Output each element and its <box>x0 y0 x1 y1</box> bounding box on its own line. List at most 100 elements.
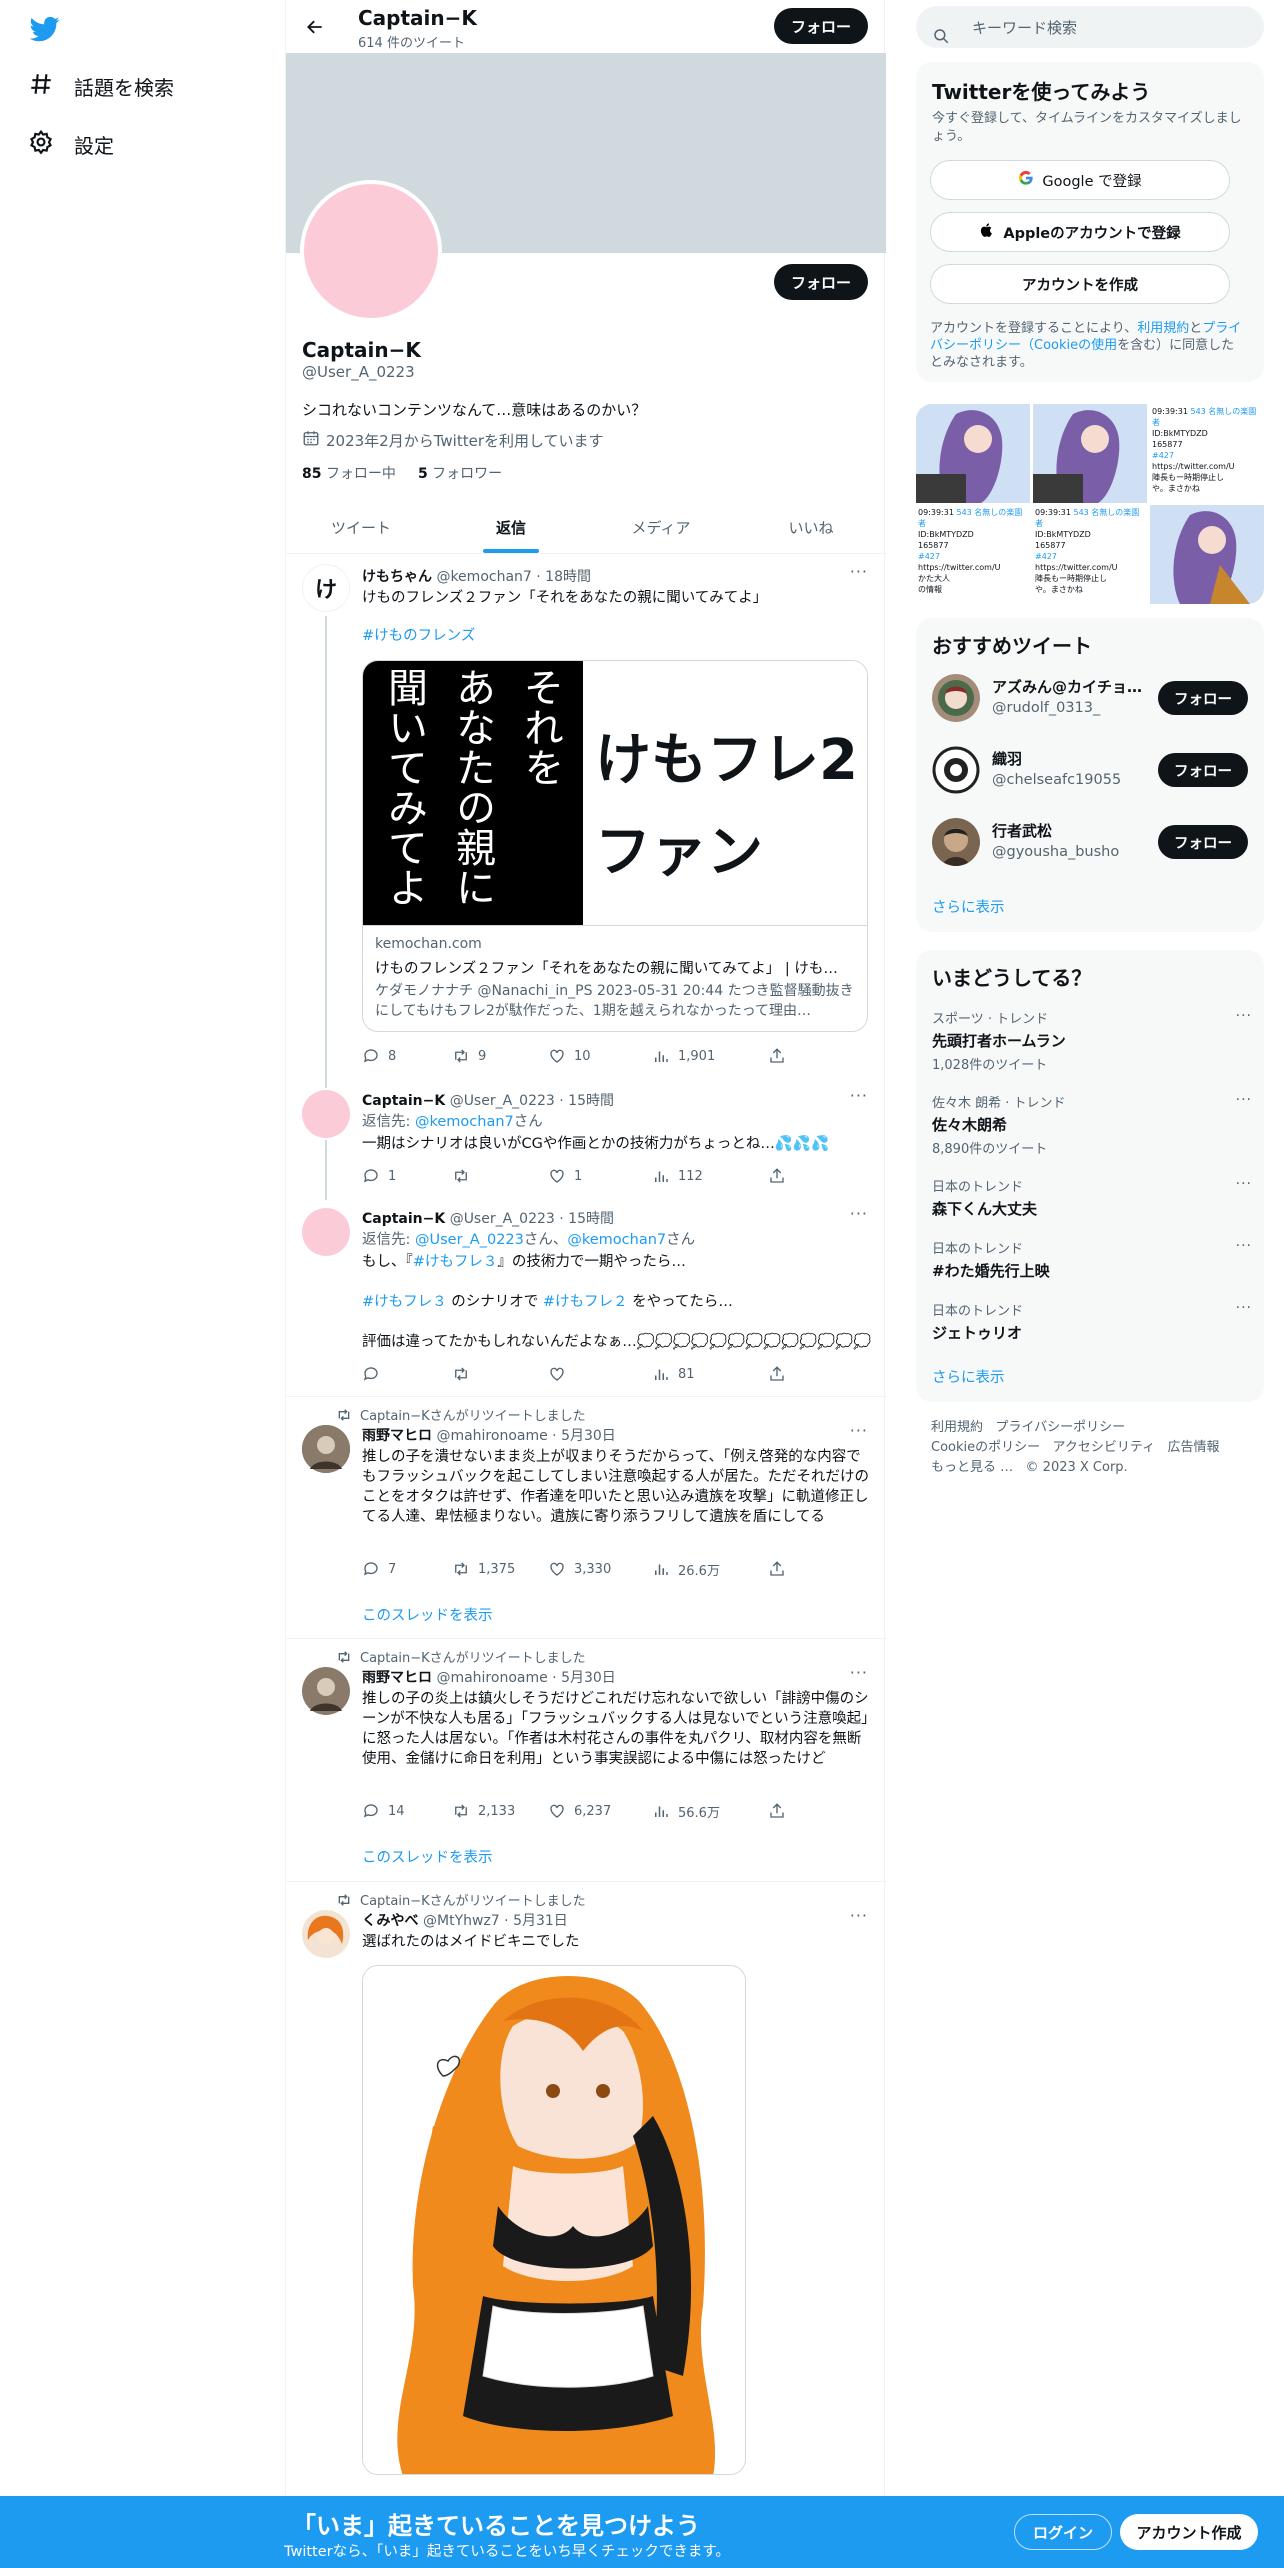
apple-signup-button[interactable]: Appleのアカウントで登録 <box>930 212 1230 252</box>
signup-button[interactable]: アカウント作成 <box>1120 2514 1258 2550</box>
link-card[interactable]: それを あなたの親に 聞いてみてよ けもフレ2 ファン kemochan.com… <box>362 660 868 1032</box>
hashtag-link[interactable]: #けもフレ２ <box>543 1294 628 1310</box>
media-thumb[interactable] <box>916 404 1030 503</box>
avatar[interactable] <box>302 1208 350 1256</box>
suggested-user[interactable]: 織羽 @chelseafc19055 フォロー <box>932 742 1252 802</box>
back-arrow-icon[interactable] <box>300 12 330 42</box>
more-icon[interactable]: ··· <box>850 1086 868 1105</box>
follow-button[interactable]: フォロー <box>1158 681 1248 715</box>
show-thread-link[interactable]: このスレッドを表示 <box>362 1604 493 1625</box>
follow-button[interactable]: フォロー <box>1158 825 1248 859</box>
terms-link[interactable]: 利用規約 <box>1137 321 1189 336</box>
tweet-retweet-1[interactable]: Captain−Kさんがリツイートしました 雨野マヒロ @mahironoame… <box>286 1397 886 1638</box>
more-icon[interactable]: ··· <box>850 1663 868 1682</box>
trend-item[interactable]: 日本のトレンド 森下くん大丈夫 ··· <box>932 1176 1252 1219</box>
avatar[interactable] <box>302 1425 350 1473</box>
suggested-user[interactable]: アズみん@カイチョ… @rudolf_0313_ フォロー <box>932 670 1252 730</box>
reply-button[interactable]: 14 <box>362 1801 405 1821</box>
avatar[interactable] <box>932 746 980 794</box>
more-icon[interactable]: ··· <box>850 1906 868 1925</box>
trend-item[interactable]: 日本のトレンド #わた婚先行上映 ··· <box>932 1238 1252 1281</box>
avatar[interactable] <box>932 818 980 866</box>
reply-button[interactable]: 1 <box>362 1166 396 1186</box>
header-follow-button[interactable]: フォロー <box>774 8 868 44</box>
media-thumb[interactable]: 09:39:31 543 名無しの楽園者 ID:BkMTYDZD 165877 … <box>916 505 1030 604</box>
tweet-retweet-2[interactable]: Captain−Kさんがリツイートしました 雨野マヒロ @mahironoame… <box>286 1639 886 1881</box>
suggestions-more-link[interactable]: さらに表示 <box>932 896 1005 917</box>
footer-cookie[interactable]: Cookieのポリシー <box>931 1440 1040 1455</box>
suggested-user[interactable]: 行者武松 @gyousha_busho フォロー <box>932 814 1252 874</box>
more-icon[interactable]: ··· <box>1236 1238 1252 1254</box>
share-icon[interactable] <box>768 1364 786 1384</box>
tweet-media-image[interactable] <box>362 1965 746 2475</box>
footer-more[interactable]: もっと見る … <box>931 1460 1013 1475</box>
google-signup-button[interactable]: Google で登録 <box>930 160 1230 200</box>
more-icon[interactable]: ··· <box>1236 1176 1252 1192</box>
footer-terms[interactable]: 利用規約 <box>931 1420 983 1435</box>
avatar[interactable] <box>302 1667 350 1715</box>
create-account-button[interactable]: アカウントを作成 <box>930 264 1230 304</box>
reply-button[interactable] <box>362 1364 388 1384</box>
like-button[interactable]: 1 <box>548 1166 582 1186</box>
retweet-button[interactable] <box>452 1364 478 1384</box>
following-link[interactable]: 85 フォロー中 <box>302 463 396 483</box>
share-icon[interactable] <box>768 1559 786 1579</box>
like-button[interactable]: 3,330 <box>548 1559 611 1579</box>
media-thumb[interactable] <box>1150 505 1264 604</box>
like-button[interactable]: 6,237 <box>548 1801 611 1821</box>
retweet-button[interactable]: 1,375 <box>452 1559 515 1579</box>
login-button[interactable]: ログイン <box>1014 2514 1112 2550</box>
profile-follow-button[interactable]: フォロー <box>774 264 868 300</box>
media-thumb[interactable]: 09:39:31 543 名無しの楽園者 ID:BkMTYDZD 165877 … <box>1033 505 1147 604</box>
avatar[interactable] <box>302 1910 350 1958</box>
share-icon[interactable] <box>768 1801 786 1821</box>
retweet-button[interactable]: 9 <box>452 1046 486 1066</box>
more-icon[interactable]: ··· <box>850 562 868 581</box>
tweet-reply-2[interactable]: Captain−K @User_A_0223 · 15時間 ··· 返信先: @… <box>286 1202 886 1394</box>
mention-link[interactable]: @kemochan7 <box>567 1232 666 1248</box>
more-icon[interactable]: ··· <box>1236 1300 1252 1316</box>
reply-button[interactable]: 8 <box>362 1046 396 1066</box>
views-button[interactable]: 81 <box>652 1364 695 1384</box>
mention-link[interactable]: @User_A_0223 <box>415 1232 524 1248</box>
views-button[interactable]: 26.6万 <box>652 1559 720 1579</box>
share-icon[interactable] <box>768 1046 786 1066</box>
media-grid[interactable]: 09:39:31 543 名無しの楽園者 ID:BkMTYDZD 165877 … <box>916 404 1264 604</box>
avatar[interactable]: け <box>302 564 350 612</box>
retweet-button[interactable] <box>452 1166 478 1186</box>
follow-button[interactable]: フォロー <box>1158 753 1248 787</box>
footer-privacy[interactable]: プライバシーポリシー <box>995 1420 1125 1435</box>
views-button[interactable]: 56.6万 <box>652 1801 720 1821</box>
tab-replies[interactable]: 返信 <box>436 502 586 553</box>
like-button[interactable] <box>548 1364 574 1384</box>
trends-more-link[interactable]: さらに表示 <box>932 1366 1005 1387</box>
media-thumb[interactable]: 09:39:31 543 名無しの楽園者 ID:BkMTYDZD 165877 … <box>1150 404 1264 503</box>
footer-ads[interactable]: 広告情報 <box>1168 1440 1220 1455</box>
views-button[interactable]: 112 <box>652 1166 703 1186</box>
tab-likes[interactable]: いいね <box>736 502 886 553</box>
reply-button[interactable]: 7 <box>362 1559 396 1579</box>
search-box[interactable]: キーワード検索 <box>916 6 1264 48</box>
hashtag-link[interactable]: #けものフレンズ <box>362 626 872 646</box>
tab-media[interactable]: メディア <box>586 502 736 553</box>
mention-link[interactable]: @kemochan7 <box>415 1114 514 1130</box>
twitter-logo-icon[interactable] <box>28 14 62 44</box>
hashtag-link[interactable]: #けもフレ３ <box>362 1294 447 1310</box>
hashtag-link[interactable]: #けもフレ３ <box>413 1254 498 1270</box>
more-icon[interactable]: ··· <box>1236 1092 1252 1108</box>
trend-item[interactable]: 佐々木 朗希 · トレンド 佐々木朗希 8,890件のツイート ··· <box>932 1092 1252 1157</box>
media-thumb[interactable] <box>1033 404 1147 503</box>
tweet-reply-1[interactable]: Captain−K @User_A_0223 · 15時間 ··· 返信先: @… <box>286 1084 886 1202</box>
avatar[interactable] <box>302 1090 350 1138</box>
followers-link[interactable]: 5 フォロワー <box>418 463 502 483</box>
retweet-button[interactable]: 2,133 <box>452 1801 515 1821</box>
more-icon[interactable]: ··· <box>850 1204 868 1223</box>
more-icon[interactable]: ··· <box>850 1421 868 1440</box>
show-thread-link[interactable]: このスレッドを表示 <box>362 1846 493 1867</box>
trend-item[interactable]: スポーツ · トレンド 先頭打者ホームラン 1,028件のツイート ··· <box>932 1008 1252 1073</box>
nav-settings[interactable]: 設定 <box>28 122 114 166</box>
profile-avatar[interactable] <box>300 180 442 322</box>
trend-item[interactable]: 日本のトレンド ジェトゥリオ ··· <box>932 1300 1252 1343</box>
views-button[interactable]: 1,901 <box>652 1046 715 1066</box>
nav-explore[interactable]: 話題を検索 <box>28 64 174 108</box>
